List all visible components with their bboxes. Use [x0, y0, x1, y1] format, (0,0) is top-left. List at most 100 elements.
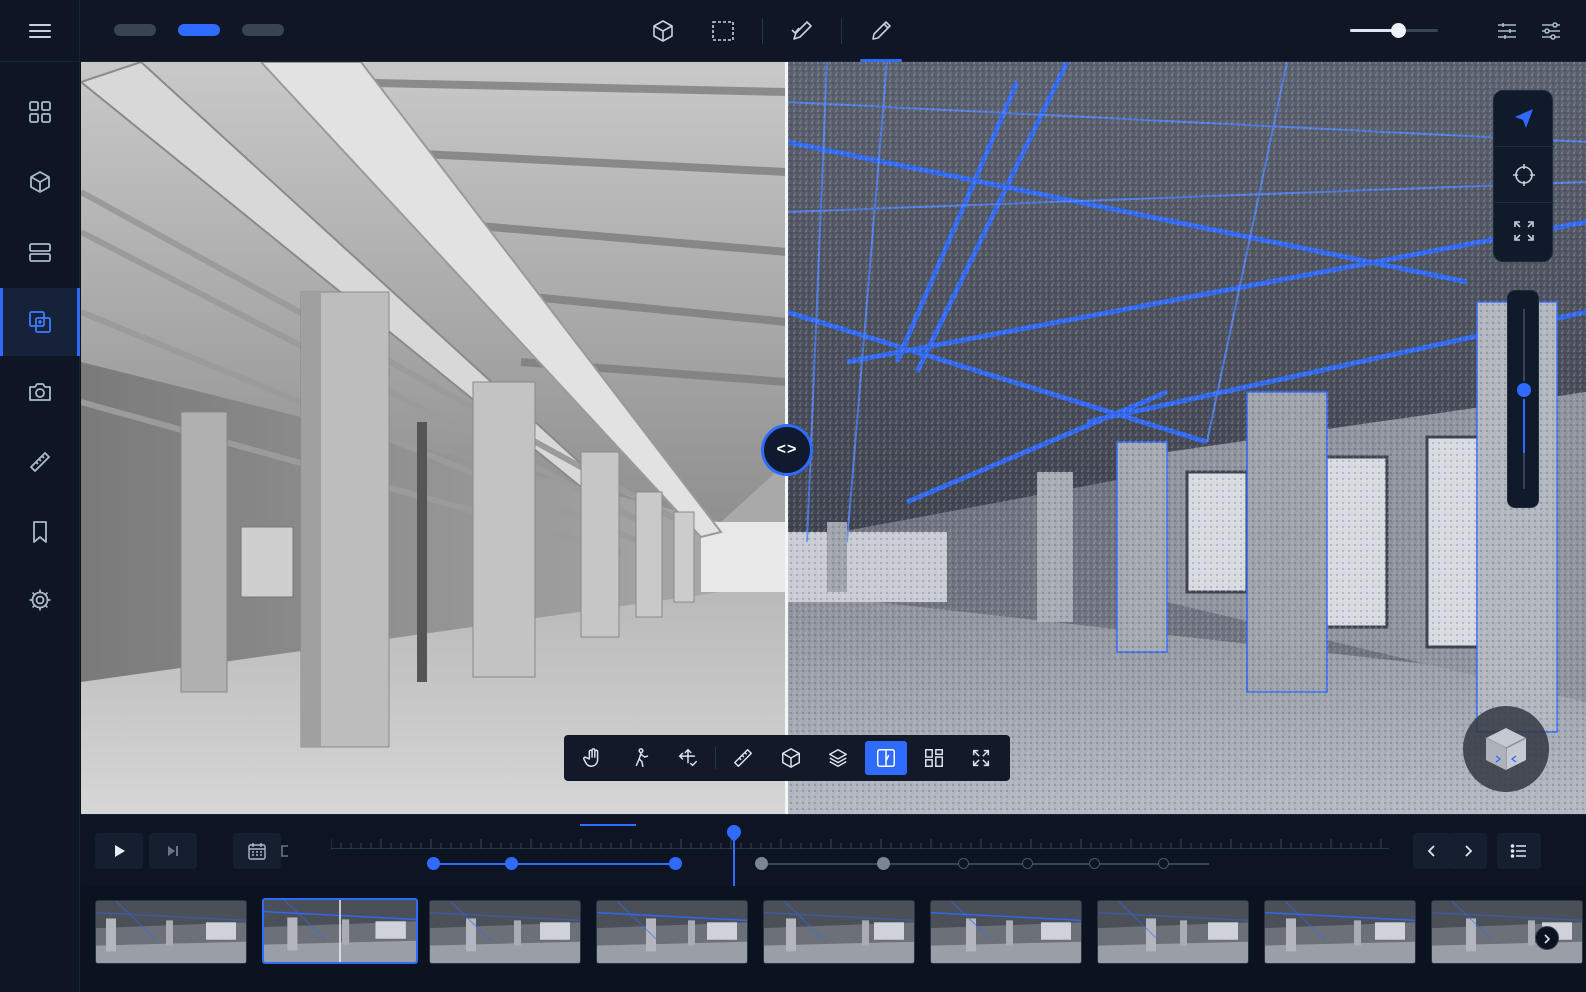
- menu-button[interactable]: [0, 0, 80, 62]
- thumbnail-image: [1098, 901, 1248, 963]
- timeline-capture-point[interactable]: [877, 857, 890, 870]
- box-3d-icon: [650, 18, 676, 44]
- layers-button[interactable]: [817, 741, 859, 775]
- orbit-button[interactable]: [1494, 147, 1554, 203]
- timeline-progress: [433, 863, 673, 865]
- zoom-slider-knob[interactable]: [1391, 23, 1407, 38]
- hand-pan-icon: [582, 747, 604, 769]
- filter-list-icon[interactable]: [1494, 18, 1520, 44]
- bim-model-view: [81, 62, 787, 814]
- thumbnail-image: [1265, 901, 1415, 963]
- sidebar-item-settings[interactable]: [0, 566, 80, 634]
- vertical-slider-knob[interactable]: [1515, 381, 1533, 399]
- sliders-icon[interactable]: [1538, 18, 1564, 44]
- timeline-capture-point[interactable]: [505, 857, 518, 870]
- calendar-icon: [247, 841, 267, 861]
- timeline-playhead[interactable]: [733, 829, 736, 887]
- timeline-ruler: [331, 837, 1389, 849]
- view-cube-widget[interactable]: [1463, 706, 1549, 792]
- navigation-panel: [1493, 90, 1554, 262]
- bookmark-icon: [27, 519, 53, 545]
- sidebar-item-dashboard[interactable]: [0, 78, 80, 146]
- select-rect-icon: [710, 18, 736, 44]
- sidebar-item-compare[interactable]: [0, 288, 80, 356]
- timeline-capture-point[interactable]: [427, 857, 440, 870]
- layout-icon: [923, 747, 945, 769]
- capture-thumbnail[interactable]: [596, 900, 748, 964]
- measure-icon: [732, 747, 754, 769]
- sidebar-item-bookmarks[interactable]: [0, 498, 80, 566]
- pencil-tool[interactable]: [860, 10, 902, 62]
- thumbnails-next-button[interactable]: [1535, 926, 1559, 950]
- play-button[interactable]: [95, 833, 143, 869]
- orbit-icon: [1511, 162, 1537, 188]
- capture-thumbnail[interactable]: [1097, 900, 1249, 964]
- layout-button[interactable]: [913, 741, 955, 775]
- navigate-button[interactable]: [1494, 91, 1554, 147]
- walk-icon: [630, 747, 652, 769]
- pivot-icon: [677, 747, 699, 769]
- capture-thumbnail[interactable]: [262, 898, 418, 964]
- timeline-future-point[interactable]: [1158, 858, 1169, 869]
- annotate-tool[interactable]: [781, 10, 823, 52]
- cube-icon: [27, 169, 53, 195]
- view-tab-2[interactable]: [178, 24, 220, 36]
- step-forward-button[interactable]: [149, 833, 197, 869]
- left-sidebar: [0, 0, 80, 992]
- camera-icon: [27, 379, 53, 405]
- timeline-future-point[interactable]: [1089, 858, 1100, 869]
- box-3d-tool[interactable]: [642, 10, 684, 52]
- next-button[interactable]: [1449, 833, 1487, 869]
- previous-button[interactable]: [1413, 833, 1451, 869]
- top-right-controls: [1494, 18, 1564, 44]
- section-box-button[interactable]: [770, 741, 812, 775]
- split-handle[interactable]: <>: [761, 424, 813, 476]
- timeline-future-point[interactable]: [958, 858, 969, 869]
- timeline-track[interactable]: [331, 829, 1389, 887]
- pivot-tool-button[interactable]: [667, 741, 709, 775]
- fullscreen-button[interactable]: [1494, 203, 1554, 259]
- sidebar-item-measure[interactable]: [0, 428, 80, 496]
- split-compare-button[interactable]: [865, 741, 907, 775]
- 3d-viewport[interactable]: <>: [81, 62, 1586, 814]
- list-view-button[interactable]: [1497, 833, 1541, 869]
- zoom-slider[interactable]: [1350, 23, 1438, 38]
- pan-tool-button[interactable]: [572, 741, 614, 775]
- sidebar-item-levels[interactable]: [0, 218, 80, 286]
- thumbnail-image: [597, 901, 747, 963]
- capture-thumbnail[interactable]: [95, 900, 247, 964]
- pencil-icon: [868, 18, 894, 44]
- thumbnail-image: [96, 901, 246, 963]
- tool-separator: [762, 18, 763, 44]
- tool-separator: [841, 18, 842, 44]
- capture-thumbnail[interactable]: [429, 900, 581, 964]
- toolbar-separator: [715, 747, 716, 769]
- split-arrows-icon: <>: [776, 441, 798, 458]
- sidebar-item-model[interactable]: [0, 148, 80, 216]
- walk-tool-button[interactable]: [620, 741, 662, 775]
- layers-stack-icon: [27, 239, 53, 265]
- timeline-capture-point[interactable]: [755, 857, 768, 870]
- capture-thumbnail[interactable]: [1264, 900, 1416, 964]
- measure-tool-button[interactable]: [722, 741, 764, 775]
- fullscreen-icon: [1511, 218, 1537, 244]
- fit-view-button[interactable]: [960, 741, 1002, 775]
- capture-thumbnail[interactable]: [1431, 900, 1583, 964]
- capture-thumbnail[interactable]: [763, 900, 915, 964]
- tool-group: [642, 10, 902, 62]
- vertical-slider[interactable]: [1507, 290, 1539, 508]
- range-button[interactable]: [267, 833, 303, 869]
- thumbnail-image: [931, 901, 1081, 963]
- timeline-future-point[interactable]: [1022, 858, 1033, 869]
- capture-thumbnail[interactable]: [930, 900, 1082, 964]
- view-tab-3[interactable]: [242, 24, 284, 36]
- view-tab-1[interactable]: [114, 24, 156, 36]
- sidebar-item-captures[interactable]: [0, 358, 80, 426]
- navigate-arrow-icon: [1511, 106, 1537, 132]
- step-forward-icon: [165, 843, 181, 859]
- timeline-capture-point[interactable]: [669, 857, 682, 870]
- viewport-toolbar: [564, 735, 1010, 781]
- vertical-slider-fill: [1523, 390, 1525, 453]
- select-rect-tool[interactable]: [702, 10, 744, 52]
- point-cloud-view: [787, 62, 1586, 814]
